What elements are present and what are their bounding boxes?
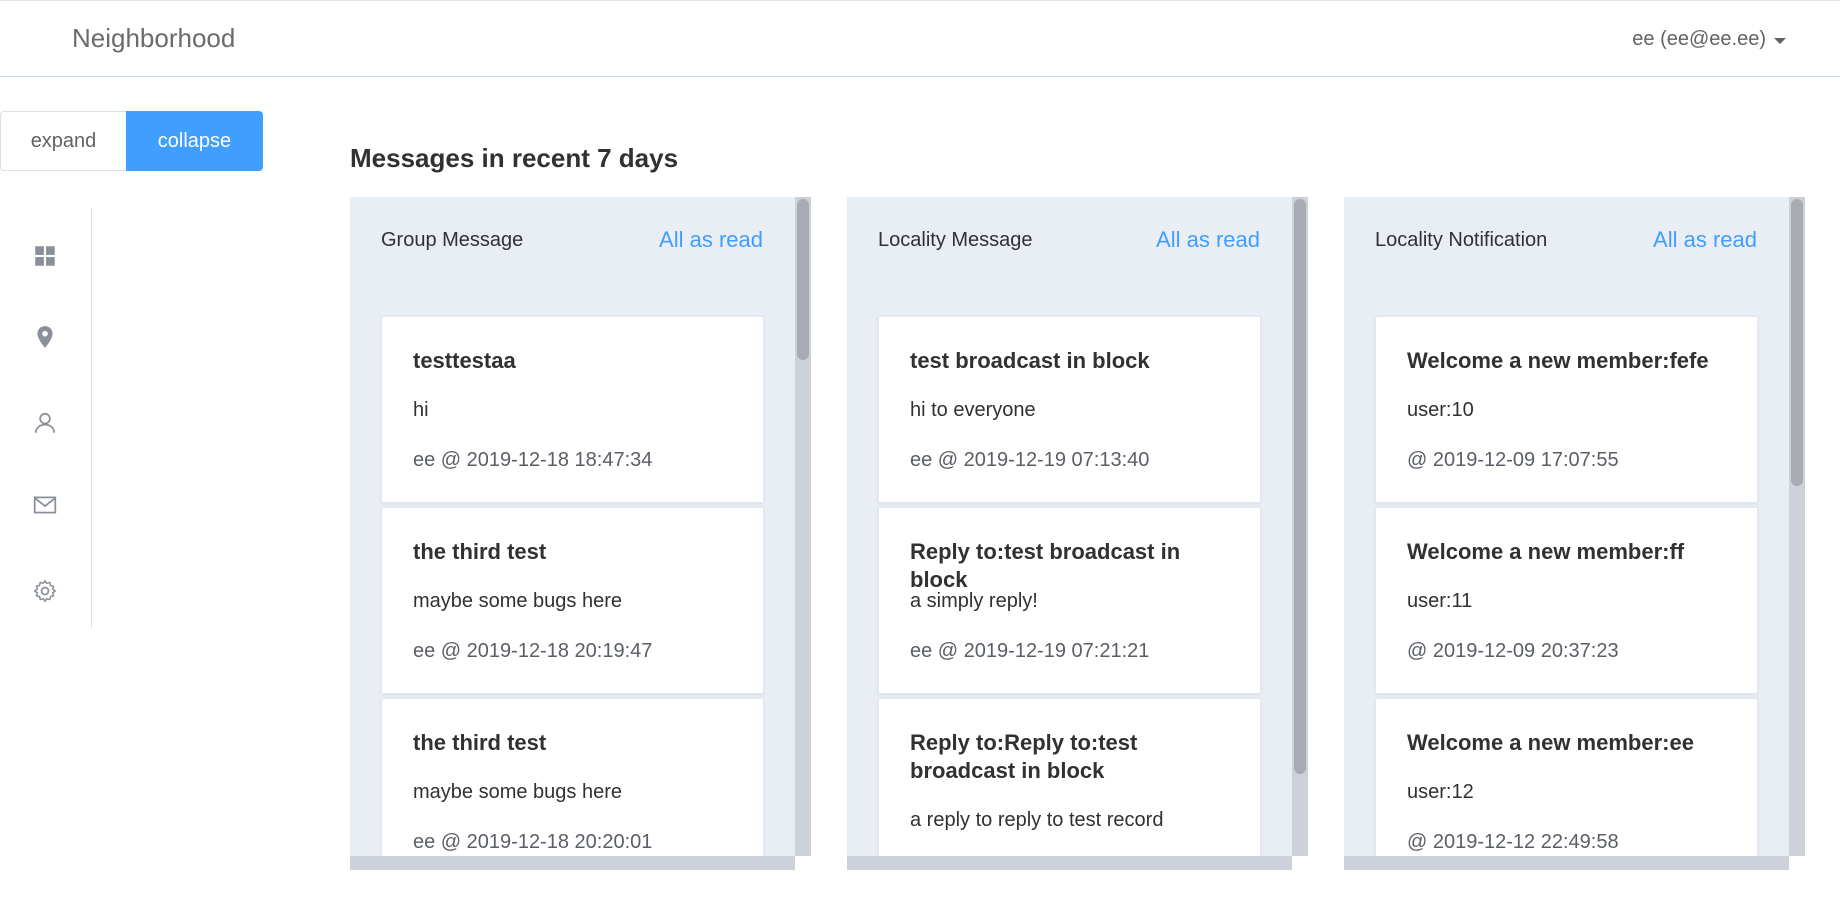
scrollbar-thumb[interactable] bbox=[797, 199, 809, 360]
panel-title: Group Message bbox=[381, 228, 524, 251]
panel-title: Locality Message bbox=[878, 228, 1033, 251]
user-icon bbox=[34, 412, 56, 433]
card-title: the third test bbox=[413, 730, 547, 755]
card-body: a simply reply! bbox=[910, 590, 1038, 612]
panel-header: Locality Message All as read bbox=[878, 227, 1260, 253]
caret-down-icon[interactable] bbox=[1774, 38, 1786, 44]
all-as-read-button[interactable]: All as read bbox=[1156, 227, 1260, 253]
notification-card[interactable]: Welcome a new member:ff user:11 @ 2019-1… bbox=[1375, 507, 1758, 694]
panel-locality-notification: Locality Notification All as read Welcom… bbox=[1344, 197, 1805, 870]
expand-button[interactable]: expand bbox=[0, 111, 126, 171]
card-meta: @ 2019-12-09 20:37:23 bbox=[1407, 640, 1619, 662]
notification-card[interactable]: Welcome a new member:ee user:12 @ 2019-1… bbox=[1375, 698, 1758, 870]
dashboard-icon bbox=[35, 246, 55, 266]
card-meta: ee @ 2019-12-18 20:20:01 bbox=[413, 831, 653, 853]
notification-card[interactable]: Welcome a new member:fefe user:10 @ 2019… bbox=[1375, 316, 1758, 503]
panel-title: Locality Notification bbox=[1375, 228, 1548, 251]
vertical-scrollbar[interactable] bbox=[1789, 197, 1805, 857]
card-meta: ee @ 2019-12-18 20:19:47 bbox=[413, 640, 653, 662]
gear-icon bbox=[33, 579, 57, 603]
card-meta: ee @ 2019-12-19 07:21:21 bbox=[910, 640, 1150, 662]
collapse-button[interactable]: collapse bbox=[126, 111, 263, 171]
scrollbar-thumb[interactable] bbox=[1791, 199, 1803, 486]
card-title: the third test bbox=[413, 539, 547, 564]
nav-item-settings[interactable] bbox=[30, 576, 60, 606]
all-as-read-button[interactable]: All as read bbox=[1653, 227, 1757, 253]
message-card[interactable]: testtestaa hi ee @ 2019-12-18 18:47:34 bbox=[381, 316, 764, 503]
card-body: user:10 bbox=[1407, 399, 1474, 421]
message-card[interactable]: test broadcast in block hi to everyone e… bbox=[878, 316, 1261, 503]
card-title: test broadcast in block bbox=[910, 348, 1150, 373]
card-body: user:12 bbox=[1407, 781, 1474, 803]
message-card[interactable]: the third test maybe some bugs here ee @… bbox=[381, 507, 764, 694]
horizontal-scrollbar[interactable] bbox=[1344, 856, 1805, 870]
card-body: hi bbox=[413, 399, 429, 421]
page-title: Messages in recent 7 days bbox=[350, 143, 679, 173]
card-title: Reply to:Reply to:test broadcast in bloc… bbox=[910, 730, 1138, 783]
side-nav bbox=[0, 208, 92, 628]
card-meta: @ 2019-12-09 17:07:55 bbox=[1407, 449, 1619, 471]
vertical-scrollbar[interactable] bbox=[795, 197, 811, 857]
message-card[interactable]: Reply to:Reply to:test broadcast in bloc… bbox=[878, 698, 1261, 870]
card-body: user:11 bbox=[1407, 590, 1473, 612]
nav-item-messages[interactable] bbox=[30, 490, 60, 520]
card-title: testtestaa bbox=[413, 348, 516, 373]
panel-header: Group Message All as read bbox=[381, 227, 763, 253]
card-title: Welcome a new member:ff bbox=[1407, 539, 1685, 564]
user-name[interactable]: ee (ee@ee.ee) bbox=[1632, 28, 1766, 51]
message-card[interactable]: Reply to:test broadcast in block a simpl… bbox=[878, 507, 1261, 694]
card-body: a reply to reply to test record bbox=[910, 809, 1164, 831]
panel-group-message: Group Message All as read testtestaa hi … bbox=[350, 197, 811, 870]
card-body: maybe some bugs here bbox=[413, 781, 623, 803]
location-pin-icon bbox=[37, 326, 53, 348]
nav-item-location[interactable] bbox=[30, 322, 60, 352]
sidebar-toggle-group: expand collapse bbox=[0, 111, 263, 171]
brand-title[interactable]: Neighborhood bbox=[72, 23, 235, 54]
mail-icon bbox=[33, 496, 57, 514]
vertical-scrollbar[interactable] bbox=[1292, 197, 1308, 857]
top-header: Neighborhood ee (ee@ee.ee) bbox=[0, 0, 1840, 77]
card-body: hi to everyone bbox=[910, 399, 1036, 421]
panel-locality-message: Locality Message All as read test broadc… bbox=[847, 197, 1308, 870]
nav-item-dashboard[interactable] bbox=[30, 241, 60, 271]
card-title: Reply to:test broadcast in block bbox=[910, 539, 1181, 592]
user-menu[interactable]: ee (ee@ee.ee) bbox=[1632, 28, 1786, 51]
scrollbar-thumb[interactable] bbox=[1294, 199, 1306, 774]
card-meta: ee @ 2019-12-18 18:47:34 bbox=[413, 449, 653, 471]
all-as-read-button[interactable]: All as read bbox=[659, 227, 763, 253]
card-meta: ee @ 2019-12-19 07:13:40 bbox=[910, 449, 1150, 471]
nav-item-profile[interactable] bbox=[30, 408, 60, 438]
card-body: maybe some bugs here bbox=[413, 590, 623, 612]
horizontal-scrollbar[interactable] bbox=[847, 856, 1308, 870]
card-meta: @ 2019-12-12 22:49:58 bbox=[1407, 831, 1619, 853]
panel-header: Locality Notification All as read bbox=[1375, 227, 1757, 253]
card-title: Welcome a new member:fefe bbox=[1407, 348, 1709, 373]
card-title: Welcome a new member:ee bbox=[1407, 730, 1694, 755]
message-card[interactable]: the third test maybe some bugs here ee @… bbox=[381, 698, 764, 870]
horizontal-scrollbar[interactable] bbox=[350, 856, 811, 870]
